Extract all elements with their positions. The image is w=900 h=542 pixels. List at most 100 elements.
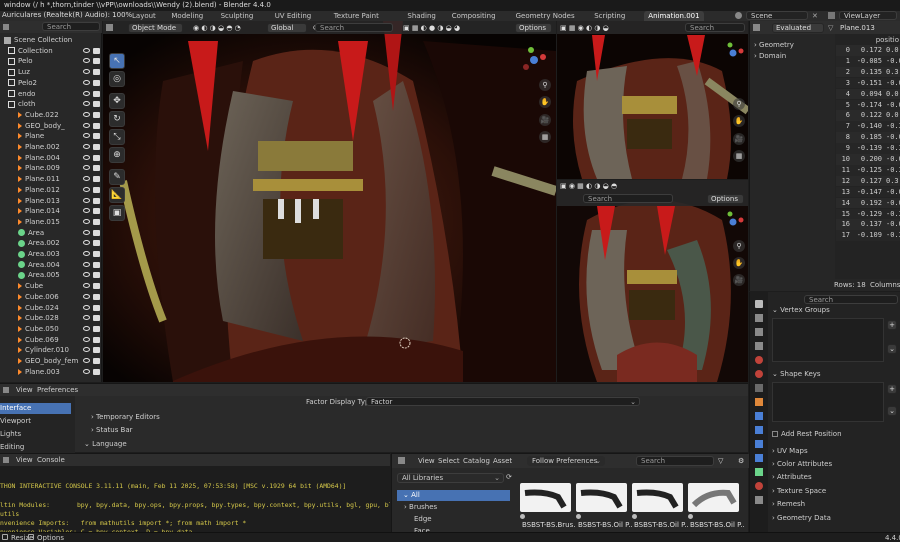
panel-remesh[interactable]: › Remesh <box>772 500 805 508</box>
outliner-item[interactable]: Plane.003 <box>0 367 102 378</box>
header-icons[interactable]: ▣ ▦ ◉ ◐ ◑ ◒ <box>560 24 609 32</box>
camera-icon[interactable] <box>93 79 100 86</box>
evaluation-mode-selector[interactable]: Evaluated <box>772 23 824 33</box>
panel-geometry-data[interactable]: › Geometry Data <box>772 514 831 522</box>
pan-icon[interactable]: ✋ <box>539 96 551 108</box>
camera-icon[interactable] <box>93 293 100 300</box>
transform-orientation[interactable]: Global <box>267 23 307 33</box>
camera-icon[interactable] <box>93 176 100 183</box>
camera-icon[interactable] <box>93 229 100 236</box>
shape-key-menu-button[interactable]: ⌄ <box>887 406 897 416</box>
asset-thumbnail[interactable] <box>632 483 683 512</box>
scene-close-icon[interactable]: ✕ <box>812 12 818 20</box>
constraints-tab-icon[interactable] <box>755 454 763 462</box>
annotate-tool-icon[interactable]: ✎ <box>109 169 125 185</box>
camera-icon[interactable] <box>93 47 100 54</box>
eye-icon[interactable] <box>83 304 90 310</box>
workspace-tab[interactable]: Modeling <box>167 11 207 21</box>
eye-icon[interactable] <box>83 69 90 75</box>
add-cube-tool-icon[interactable]: ▣ <box>109 205 125 221</box>
asset-thumbnail[interactable] <box>688 483 739 512</box>
workspace-tab[interactable]: Sculpting <box>217 11 258 21</box>
outliner-item[interactable]: Area <box>0 228 102 239</box>
viewport-options-button[interactable]: Options <box>515 23 552 33</box>
workspace-tab[interactable]: Compositing <box>448 11 500 21</box>
zoom-icon[interactable]: ⚲ <box>733 98 745 110</box>
outliner-item[interactable]: GEO_body_fem <box>0 356 102 367</box>
outliner-item[interactable]: Area.002 <box>0 238 102 249</box>
panel-vertex-groups[interactable]: ⌄ Vertex Groups <box>772 306 830 314</box>
subsection-language[interactable]: ⌄ Language <box>84 440 127 448</box>
workspace-tab[interactable]: Animation.001 <box>644 11 704 21</box>
camera-icon[interactable] <box>93 165 100 172</box>
camera-icon[interactable] <box>93 283 100 290</box>
filter-icon[interactable]: ▽ <box>718 457 723 465</box>
outliner-item[interactable]: Cube.022 <box>0 110 102 121</box>
view-layer-tab-icon[interactable] <box>755 342 763 350</box>
section-interface[interactable]: Interface <box>0 403 71 414</box>
camera-icon[interactable] <box>93 336 100 343</box>
panel-attributes[interactable]: › Attributes <box>772 473 812 481</box>
header-icons-c[interactable]: ▣ ▦ ◐ ● ◑ ◒ ◕ <box>403 24 460 32</box>
camera-icon[interactable] <box>93 251 100 257</box>
camera-icon[interactable] <box>93 208 100 215</box>
world-tab-icon[interactable] <box>755 370 763 378</box>
camera-icon[interactable] <box>93 272 100 279</box>
eye-icon[interactable] <box>83 144 90 149</box>
eye-icon[interactable] <box>83 197 90 203</box>
zoom-icon[interactable]: ⚲ <box>539 79 551 91</box>
transform-tool-icon[interactable]: ⊕ <box>109 147 125 163</box>
panel-uv-maps[interactable]: › UV Maps <box>772 447 808 455</box>
camera-view-icon[interactable]: 🎥 <box>733 133 745 145</box>
eye-icon[interactable] <box>83 315 90 321</box>
header-icons[interactable]: ▣ ◉ ▦ ◐ ◑ ◒ ◓ <box>560 182 617 190</box>
tree-item-geometry[interactable]: › Geometry <box>750 40 835 51</box>
navigation-gizmo[interactable] <box>519 45 549 75</box>
eye-icon[interactable] <box>83 261 90 267</box>
outliner-item[interactable]: Plane.013 <box>0 196 102 207</box>
workspace-tab[interactable]: Layout <box>128 11 160 21</box>
shape-keys-list[interactable] <box>772 382 884 422</box>
eye-icon[interactable] <box>83 122 90 128</box>
move-tool-icon[interactable]: ✥ <box>109 93 125 109</box>
eye-icon[interactable] <box>83 325 90 331</box>
menu-view[interactable]: View <box>418 457 435 465</box>
menu-view[interactable]: View <box>16 386 33 394</box>
camera-icon[interactable] <box>93 90 100 97</box>
outliner-item[interactable]: Plane <box>0 131 102 142</box>
factor-display-dropdown[interactable]: Factor ⌄ <box>366 397 640 406</box>
outliner-item[interactable]: Cube.024 <box>0 303 102 314</box>
subsection-temporary-editors[interactable]: › Temporary Editors <box>91 413 160 421</box>
eye-icon[interactable] <box>83 90 90 96</box>
camera-bottom-search[interactable]: Search <box>583 194 673 203</box>
eye-icon[interactable] <box>83 58 90 64</box>
collection-tab-icon[interactable] <box>755 384 763 392</box>
main-viewport[interactable]: Object Mode ◉ ◐ ◑ ◒ ◓ ◔ Global ⟳ ⋯ ⊙ Sea… <box>103 21 556 382</box>
camera-view-icon[interactable]: 🎥 <box>733 274 745 286</box>
camera-view-icon[interactable]: 🎥 <box>539 114 551 126</box>
camera-icon[interactable] <box>93 304 100 311</box>
outliner-item[interactable]: GEO_body_ <box>0 121 102 132</box>
panel-shape-keys[interactable]: ⌄ Shape Keys <box>772 370 821 378</box>
eye-icon[interactable] <box>83 218 90 224</box>
properties-search[interactable]: Search <box>804 295 898 304</box>
eye-icon[interactable] <box>83 240 90 246</box>
eye-icon[interactable] <box>83 272 90 278</box>
section-viewport[interactable]: Viewport <box>0 416 75 427</box>
camera-icon[interactable] <box>93 154 100 161</box>
menu-select[interactable]: Select <box>438 457 460 465</box>
eye-icon[interactable] <box>83 47 90 53</box>
outliner-item[interactable]: Cube <box>0 281 102 292</box>
outliner-item[interactable]: Luz <box>0 67 102 78</box>
camera-icon[interactable] <box>93 315 100 322</box>
outliner-item[interactable]: Area.003 <box>0 249 102 260</box>
vertex-group-menu-button[interactable]: ⌄ <box>887 344 897 354</box>
outliner-item[interactable]: Plane.012 <box>0 185 102 196</box>
section-lights[interactable]: Lights <box>0 429 75 440</box>
scale-tool-icon[interactable]: ⤡ <box>109 129 125 145</box>
camera-icon[interactable] <box>93 58 100 65</box>
navigation-gizmo[interactable] <box>721 210 745 234</box>
scene-tab-icon[interactable] <box>755 356 763 364</box>
eye-icon[interactable] <box>83 208 90 214</box>
rotate-tool-icon[interactable]: ↻ <box>109 111 125 127</box>
